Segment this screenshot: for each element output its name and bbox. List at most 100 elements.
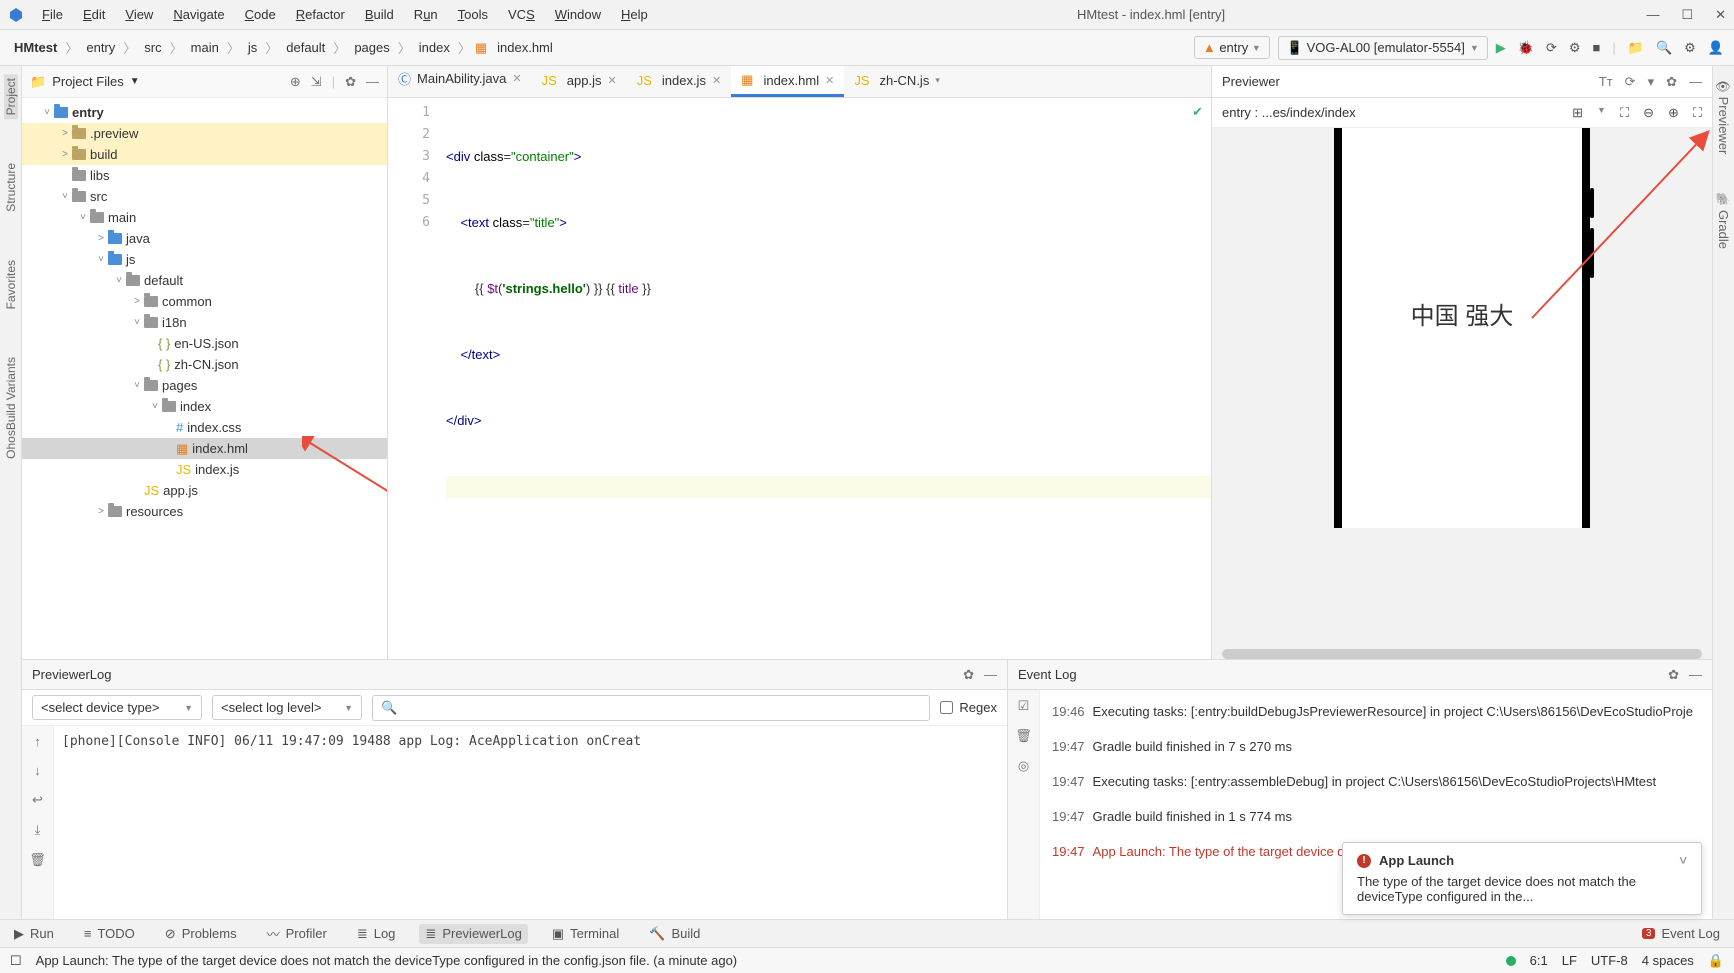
gear-icon[interactable]: ✿ <box>1668 667 1679 683</box>
maximize-button[interactable]: ☐ <box>1681 7 1693 23</box>
rail-gradle[interactable]: 🐘 Gradle <box>1716 188 1731 253</box>
close-icon[interactable]: ✕ <box>607 74 616 87</box>
zoom-in-icon[interactable]: ⊕ <box>1668 105 1679 121</box>
tw-run[interactable]: ▶ Run <box>8 924 60 944</box>
filter-icon[interactable]: ▾ <box>1648 74 1655 90</box>
tree-common[interactable]: ˃common <box>22 291 387 312</box>
menu-help[interactable]: Help <box>613 4 656 25</box>
event-row[interactable]: 19:46Executing tasks: [:entry:buildDebug… <box>1040 694 1712 729</box>
indent[interactable]: 4 spaces <box>1642 953 1694 968</box>
panel-settings-icon[interactable]: ✿ <box>345 74 356 90</box>
scrollbar[interactable] <box>1222 649 1702 659</box>
minimize-button[interactable]: — <box>1646 7 1659 23</box>
menu-edit[interactable]: Edit <box>75 4 113 25</box>
refresh-icon[interactable]: ⟳ <box>1625 74 1636 90</box>
wrap-icon[interactable]: ↩ <box>32 792 43 808</box>
expand-all-icon[interactable]: ⇲ <box>311 74 322 90</box>
menu-file[interactable]: File <box>34 4 71 25</box>
bc-main[interactable]: main <box>187 38 223 57</box>
project-panel-title[interactable]: 📁Project Files▼ <box>30 74 140 90</box>
tab-mainability[interactable]: ⒸMainAbility.java✕ <box>388 63 532 97</box>
menu-build[interactable]: Build <box>357 4 402 25</box>
check-icon[interactable]: ☑ <box>1018 698 1030 714</box>
tw-profiler[interactable]: 〰 Profiler <box>261 922 333 945</box>
tree-index-hml[interactable]: ▦index.hml <box>22 438 387 459</box>
zoom-out-icon[interactable]: ⊖ <box>1643 105 1654 121</box>
crop-icon[interactable]: ⛶ <box>1620 105 1629 121</box>
tree-index-folder[interactable]: ˅index <box>22 396 387 417</box>
target-icon[interactable]: ◎ <box>1018 758 1029 774</box>
encoding[interactable]: UTF-8 <box>1591 953 1628 968</box>
tree-default[interactable]: ˅default <box>22 270 387 291</box>
menu-view[interactable]: View <box>117 4 161 25</box>
menu-code[interactable]: Code <box>237 4 284 25</box>
tree-js[interactable]: ˅js <box>22 249 387 270</box>
search-icon[interactable]: 🔍 <box>1656 40 1672 56</box>
event-row[interactable]: 19:47Gradle build finished in 1 s 774 ms <box>1040 799 1712 834</box>
bc-pages[interactable]: pages <box>350 38 393 57</box>
bc-entry[interactable]: entry <box>82 38 119 57</box>
menu-window[interactable]: Window <box>547 4 609 25</box>
status-icon[interactable]: ☐ <box>10 953 22 969</box>
gear-icon[interactable]: ✿ <box>1666 74 1677 90</box>
tw-todo[interactable]: ≡ TODO <box>78 924 141 943</box>
tree-index-css[interactable]: #index.css <box>22 417 387 438</box>
regex-checkbox[interactable]: Regex <box>940 700 997 715</box>
rail-structure[interactable]: Structure <box>4 159 18 216</box>
debug-button[interactable]: 🐞 <box>1518 40 1534 56</box>
bc-index[interactable]: index <box>415 38 454 57</box>
tw-event-log[interactable]: 3 Event Log <box>1636 924 1726 943</box>
close-icon[interactable]: ✕ <box>825 74 834 87</box>
panel-hide-icon[interactable]: — <box>366 74 379 90</box>
log-level-select[interactable]: <select log level>▼ <box>212 695 362 720</box>
tw-log[interactable]: ≣ Log <box>351 924 402 944</box>
module-selector[interactable]: ▲ entry ▼ <box>1194 36 1270 59</box>
device-selector[interactable]: 📱 VOG-AL00 [emulator-5554] ▼ <box>1278 36 1488 60</box>
log-search[interactable]: 🔍 <box>372 695 930 721</box>
chevron-down-icon[interactable]: ▾ <box>935 75 940 86</box>
profile-button[interactable]: ⚙ <box>1569 40 1581 56</box>
tw-terminal[interactable]: ▣ Terminal <box>546 924 625 944</box>
grid-icon[interactable]: ⊞ <box>1572 105 1583 121</box>
menu-tools[interactable]: Tools <box>450 4 496 25</box>
trash-icon[interactable]: 🗑 <box>1015 728 1032 744</box>
tree-build[interactable]: ˃build <box>22 144 387 165</box>
close-icon[interactable]: ✕ <box>712 74 721 87</box>
tree-en-us[interactable]: { }en-US.json <box>22 333 387 354</box>
tree-app-js[interactable]: JSapp.js <box>22 480 387 501</box>
tab-index-hml[interactable]: ▦index.hml✕ <box>731 66 844 97</box>
tree-preview[interactable]: ˃.preview <box>22 123 387 144</box>
app-launch-popup[interactable]: !App Launch˅ The type of the target devi… <box>1342 842 1702 915</box>
menu-navigate[interactable]: Navigate <box>165 4 232 25</box>
coverage-button[interactable]: ⟳ <box>1546 40 1557 56</box>
bc-root[interactable]: HMtest <box>10 38 61 57</box>
tree-i18n[interactable]: ˅i18n <box>22 312 387 333</box>
settings-icon[interactable]: ⚙ <box>1684 40 1696 56</box>
tree-src[interactable]: ˅src <box>22 186 387 207</box>
tab-zh-cn-js[interactable]: JSzh-CN.js▾ <box>844 67 950 97</box>
stop-button[interactable]: ■ <box>1593 40 1601 55</box>
menu-run[interactable]: Run <box>406 4 446 25</box>
tw-build[interactable]: 🔨 Build <box>643 924 706 944</box>
scroll-end-icon[interactable]: ⤓ <box>35 822 41 838</box>
tw-problems[interactable]: ⊘ Problems <box>159 924 243 944</box>
rail-project[interactable]: Project <box>4 74 18 119</box>
menu-vcs[interactable]: VCS <box>500 4 543 25</box>
editor-body[interactable]: 123456 <div class="container"> <text cla… <box>388 98 1211 659</box>
tree-pages[interactable]: ˅pages <box>22 375 387 396</box>
close-button[interactable]: ✕ <box>1715 7 1726 23</box>
avatar-icon[interactable]: 👤 <box>1708 40 1724 56</box>
tree-main[interactable]: ˅main <box>22 207 387 228</box>
rail-variants[interactable]: OhosBuild Variants <box>4 353 18 463</box>
tab-index-js[interactable]: JSindex.js✕ <box>627 67 731 97</box>
fullscreen-icon[interactable]: ⛶ <box>1693 105 1702 121</box>
line-separator[interactable]: LF <box>1562 953 1577 968</box>
hide-icon[interactable]: — <box>1689 74 1702 90</box>
rail-previewer[interactable]: 👁 Previewer <box>1716 74 1731 158</box>
hide-icon[interactable]: — <box>984 667 997 683</box>
run-button[interactable]: ▶ <box>1496 40 1506 56</box>
bc-src[interactable]: src <box>140 38 165 57</box>
tw-previewer-log[interactable]: ≣ PreviewerLog <box>419 924 527 944</box>
bc-js[interactable]: js <box>244 38 261 57</box>
gear-icon[interactable]: ✿ <box>963 667 974 683</box>
